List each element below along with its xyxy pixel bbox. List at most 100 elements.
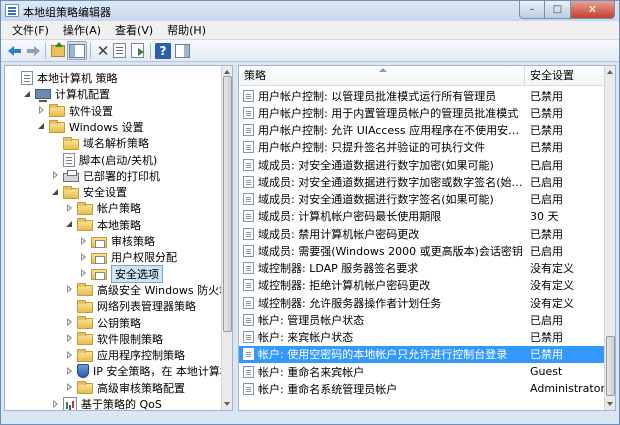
back-icon[interactable] <box>7 43 23 59</box>
menu-help[interactable]: 帮助(H) <box>160 22 213 38</box>
table-row[interactable]: 域成员: 需要强(Windows 2000 或更高版本)会话密钥 已启用 <box>239 242 605 259</box>
up-folder-icon[interactable] <box>51 42 65 57</box>
list-scroll-thumb[interactable] <box>606 336 615 396</box>
policy-setting-value: 已禁用 <box>530 89 563 103</box>
tree-item[interactable]: 审核策略 <box>79 232 155 250</box>
collapsed-arrow-icon[interactable] <box>37 106 46 115</box>
table-row[interactable]: 域成员: 计算机帐户密码最长使用期限 30 天 <box>239 208 605 225</box>
scroll-up-icon[interactable] <box>607 70 613 74</box>
scroll-up-icon[interactable] <box>224 70 230 74</box>
table-row[interactable]: 域成员: 对安全通道数据进行数字加密或数字签名(始终) 已启用 <box>239 173 605 190</box>
table-row[interactable]: 帐户: 管理员帐户状态 已启用 <box>239 311 605 328</box>
policy-item-icon <box>243 106 254 119</box>
menu-action[interactable]: 操作(A) <box>56 22 108 38</box>
menu-view[interactable]: 查看(V) <box>108 22 160 38</box>
tree-vertical-scrollbar[interactable] <box>221 66 232 410</box>
menu-file[interactable]: 文件(F) <box>5 22 56 38</box>
collapsed-arrow-icon[interactable] <box>79 269 88 278</box>
collapsed-arrow-icon[interactable] <box>65 366 74 376</box>
tree-item[interactable]: 用户权限分配 <box>79 248 177 266</box>
tree-scroll-thumb[interactable] <box>223 76 232 332</box>
title-bar[interactable]: 本地组策略编辑器 – □ ✕ <box>1 1 619 21</box>
policy-setting-value: 没有定义 <box>530 296 574 310</box>
collapsed-arrow-icon[interactable] <box>65 334 74 343</box>
table-row[interactable]: 用户帐户控制: 用于内置管理员帐户的管理员批准模式 已禁用 <box>239 104 605 121</box>
table-row[interactable]: 帐户: 重命名系统管理员帐户 Administrator <box>239 380 605 397</box>
collapsed-arrow-icon[interactable] <box>51 399 60 409</box>
tree-item[interactable]: 脚本(启动/关机) <box>51 151 157 169</box>
tree-item[interactable]: Windows 设置 <box>37 118 144 136</box>
column-header-security-setting[interactable]: 安全设置 <box>525 66 605 86</box>
tree-item-label: 已部署的打印机 <box>83 169 160 183</box>
tree-item[interactable]: IP 安全策略，在 本地计算机 <box>65 362 231 380</box>
collapsed-arrow-icon[interactable] <box>65 350 74 360</box>
policy-item-icon <box>243 210 254 223</box>
tree-item[interactable]: 应用程序控制策略 <box>65 346 185 364</box>
collapsed-arrow-icon[interactable] <box>65 203 74 213</box>
export-list-icon[interactable] <box>131 43 144 58</box>
tree-item[interactable]: 安全设置 <box>51 183 127 201</box>
expanded-arrow-icon[interactable] <box>51 188 60 197</box>
menu-bar: 文件(F) 操作(A) 查看(V) 帮助(H) <box>1 21 619 40</box>
table-row[interactable]: 帐户: 来宾帐户状态 已禁用 <box>239 329 605 346</box>
scroll-down-icon[interactable] <box>224 402 230 406</box>
policy-name: 域控制器: 允许服务器操作者计划任务 <box>258 296 442 310</box>
show-tree-icon[interactable] <box>69 44 85 58</box>
tree-item[interactable]: 帐户策略 <box>65 199 141 217</box>
tree-item[interactable]: 网络列表管理器策略 <box>65 297 196 315</box>
tree-item[interactable]: 高级安全 Windows 防火墙 <box>65 281 230 299</box>
tree-item[interactable]: 本地计算机 策略 <box>9 69 118 87</box>
table-row[interactable]: 帐户: 重命名来宾帐户 Guest <box>239 363 605 380</box>
delete-icon[interactable]: ✕ <box>95 43 111 59</box>
collapsed-arrow-icon[interactable] <box>79 252 88 262</box>
tree-item[interactable]: 软件限制策略 <box>65 330 163 348</box>
folder-icon <box>77 348 93 362</box>
minimize-button[interactable]: – <box>519 1 545 19</box>
table-row[interactable]: 域成员: 禁用计算机帐户密码更改 已禁用 <box>239 225 605 242</box>
policy-name: 域控制器: LDAP 服务器签名要求 <box>258 262 419 276</box>
policy-setting-value: 已禁用 <box>530 331 563 345</box>
table-row[interactable]: 域控制器: 允许服务器操作者计划任务 没有定义 <box>239 294 605 311</box>
table-row[interactable]: 域成员: 对安全通道数据进行数字加密(如果可能) 已启用 <box>239 156 605 173</box>
forward-icon[interactable] <box>25 43 41 59</box>
tree-item[interactable]: 基于策略的 QoS <box>51 395 162 410</box>
tree-item[interactable]: 高级审核策略配置 <box>65 379 185 397</box>
console-tree[interactable]: 本地计算机 策略 计算机配置 软件设置 Windows 设置 域名解析策略 脚本(启动/关… <box>4 65 233 411</box>
list-vertical-scrollbar[interactable] <box>604 66 615 410</box>
tree-item[interactable]: 软件设置 <box>37 102 113 120</box>
table-row[interactable]: 域控制器: LDAP 服务器签名要求 没有定义 <box>239 260 605 277</box>
policy-name: 帐户: 重命名系统管理员帐户 <box>258 382 398 396</box>
collapsed-arrow-icon[interactable] <box>65 285 74 294</box>
collapsed-arrow-icon[interactable] <box>51 171 60 180</box>
policy-item-icon <box>243 348 254 361</box>
policy-folder-icon <box>91 252 107 264</box>
tree-item[interactable]: 域名解析策略 <box>51 134 149 152</box>
properties-icon[interactable] <box>113 43 126 58</box>
expanded-arrow-icon[interactable] <box>37 122 46 131</box>
collapsed-arrow-icon[interactable] <box>65 318 74 327</box>
scroll-down-icon[interactable] <box>607 402 613 406</box>
collapsed-arrow-icon[interactable] <box>65 383 74 392</box>
table-row[interactable]: 域成员: 对安全通道数据进行数字签名(如果可能) 已启用 <box>239 191 605 208</box>
policy-setting-value: 已禁用 <box>530 141 563 155</box>
tree-item[interactable]: 公钥策略 <box>65 314 141 332</box>
tree-item[interactable]: 已部署的打印机 <box>51 167 160 185</box>
close-button[interactable]: ✕ <box>571 1 615 19</box>
help-icon[interactable]: ? <box>155 43 171 59</box>
window-title: 本地组策略编辑器 <box>23 6 111 19</box>
policy-name: 用户帐户控制: 以管理员批准模式运行所有管理员 <box>258 89 497 103</box>
table-row[interactable]: 帐户: 使用空密码的本地帐户只允许进行控制台登录 已禁用 <box>239 345 605 363</box>
tree-item[interactable]: 本地策略 <box>65 216 141 234</box>
folder-icon <box>63 136 79 150</box>
collapsed-arrow-icon[interactable] <box>79 236 88 246</box>
tree-item[interactable]: 安全选项 <box>79 264 163 283</box>
table-row[interactable]: 用户帐户控制: 允许 UIAccess 应用程序在不使用安全桌面... 已禁用 <box>239 122 605 139</box>
expanded-arrow-icon[interactable] <box>65 220 74 229</box>
tree-item[interactable]: 计算机配置 <box>23 85 110 103</box>
table-row[interactable]: 用户帐户控制: 以管理员批准模式运行所有管理员 已禁用 <box>239 87 605 104</box>
maximize-button[interactable]: □ <box>545 1 571 19</box>
table-row[interactable]: 域控制器: 拒绝计算机帐户密码更改 没有定义 <box>239 277 605 294</box>
expanded-arrow-icon[interactable] <box>23 90 32 99</box>
table-row[interactable]: 用户帐户控制: 只提升签名并验证的可执行文件 已禁用 <box>239 139 605 156</box>
view-pane-icon[interactable] <box>175 44 190 58</box>
